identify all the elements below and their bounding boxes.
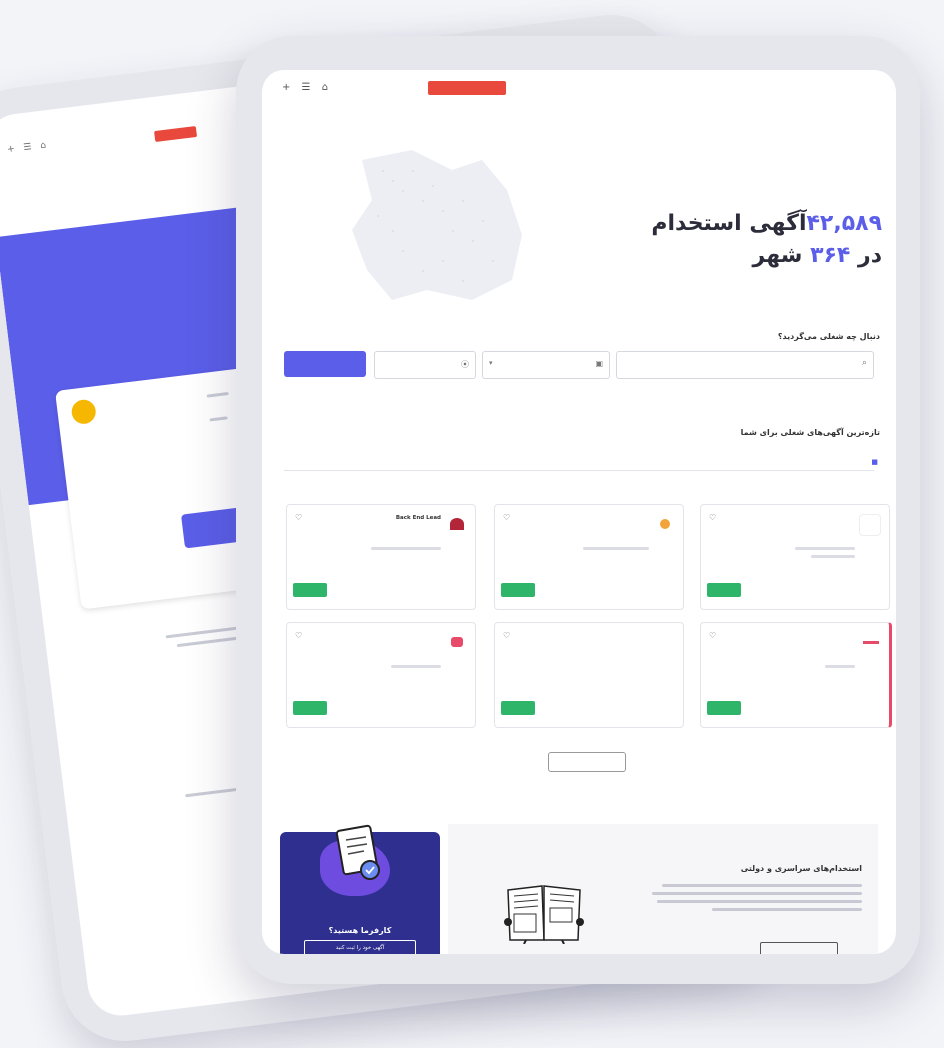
gov-description-line (712, 908, 862, 911)
job-card[interactable]: Back End Lead ♡ (286, 504, 476, 610)
company-logo (447, 514, 467, 534)
hero-city-prefix: در (858, 243, 882, 268)
hero-title: ۴۲,۵۸۹آگهی استخدام در ۳۶۴ شهر (651, 208, 882, 272)
briefcase-icon: ■ (871, 458, 878, 466)
employer-promo-box: کارفرما هستید؟ آگهی خود را ثبت کنید (280, 824, 440, 954)
heart-icon[interactable]: ♡ (503, 513, 510, 522)
company-logo (655, 514, 675, 534)
job-meta-line (795, 547, 855, 550)
back-card-line (206, 392, 229, 398)
view-gov-ads-button[interactable] (760, 942, 838, 954)
front-tablet-screen: + ☰ ⌂ ۴۲,۵۸۹آگهی استخدام در ۳۶۴ شهر دنبا… (262, 70, 896, 954)
job-card[interactable]: ♡ (286, 622, 476, 728)
hero-city-count: ۳۶۴ (810, 243, 851, 268)
back-card-line (209, 416, 228, 422)
document-icon (335, 824, 380, 880)
medal-icon (70, 398, 98, 426)
back-header-icons[interactable]: + ☰ ⌂ (7, 140, 50, 155)
heart-icon[interactable]: ♡ (295, 513, 302, 522)
search-jobs-button[interactable] (284, 351, 366, 377)
hero-job-label: آگهی استخدام (651, 211, 807, 236)
send-resume-button[interactable] (707, 583, 741, 597)
gov-description-line (662, 884, 862, 887)
job-meta-line (825, 665, 855, 668)
job-meta-line (391, 665, 441, 668)
job-meta-line (583, 547, 649, 550)
company-logo (447, 632, 467, 652)
job-meta-line (371, 547, 441, 550)
latest-jobs-title: تازه‌ترین آگهی‌های شغلی برای شما (740, 428, 880, 437)
company-logo (859, 514, 881, 536)
suggested-jobs-tab[interactable]: ■ (871, 458, 878, 466)
company-logo (861, 632, 881, 652)
nav-user-icons[interactable]: + ☰ ⌂ (282, 82, 332, 93)
front-tablet-device: + ☰ ⌂ ۴۲,۵۸۹آگهی استخدام در ۳۶۴ شهر دنبا… (236, 36, 920, 984)
tab-divider (284, 470, 874, 471)
briefcase-icon: ▣ (595, 359, 603, 368)
gov-description-line (657, 900, 862, 903)
send-resume-button[interactable] (293, 701, 327, 715)
keyword-search-input[interactable]: ⌕ (616, 351, 874, 379)
location-pin-icon: ⦿ (461, 360, 469, 369)
company-logo (655, 632, 675, 652)
search-bar: ⌕ ▣ ▾ ⦿ (284, 351, 874, 379)
job-card[interactable]: ♡ (700, 504, 890, 610)
search-question: دنبال چه شغلی می‌گردید؟ (777, 332, 880, 341)
government-jobs-section: استخدام‌های سراسری و دولتی (448, 824, 878, 954)
send-resume-button[interactable] (707, 701, 741, 715)
send-resume-button[interactable] (501, 583, 535, 597)
heart-icon[interactable]: ♡ (709, 513, 716, 522)
nav-employer-badge[interactable] (428, 81, 506, 95)
heart-icon[interactable]: ♡ (503, 631, 510, 640)
category-select[interactable]: ▣ ▾ (482, 351, 610, 379)
job-card[interactable]: ♡ (700, 622, 892, 728)
heart-icon[interactable]: ♡ (709, 631, 716, 640)
newspaper-reader-icon (504, 885, 584, 944)
search-icon: ⌕ (861, 358, 867, 368)
post-job-button[interactable]: آگهی خود را ثبت کنید (304, 940, 416, 954)
city-select[interactable]: ⦿ (374, 351, 476, 379)
back-header-badge[interactable] (154, 125, 198, 143)
iran-map-illustration (352, 150, 522, 300)
gov-description-line (652, 892, 862, 895)
job-title: Back End Lead (395, 515, 441, 521)
send-resume-button[interactable] (501, 701, 535, 715)
government-jobs-title: استخدام‌های سراسری و دولتی (740, 864, 862, 873)
job-card[interactable]: ♡ (494, 622, 684, 728)
send-resume-button[interactable] (293, 583, 327, 597)
heart-icon[interactable]: ♡ (295, 631, 302, 640)
job-card[interactable]: ♡ (494, 504, 684, 610)
more-jobs-button[interactable] (548, 752, 626, 772)
chevron-down-icon: ▾ (489, 359, 493, 367)
hero-city-label: شهر (752, 243, 803, 268)
job-meta-line (811, 555, 855, 558)
hero-job-count: ۴۲,۵۸۹ (806, 211, 883, 236)
employer-title: کارفرما هستید؟ (328, 926, 392, 935)
